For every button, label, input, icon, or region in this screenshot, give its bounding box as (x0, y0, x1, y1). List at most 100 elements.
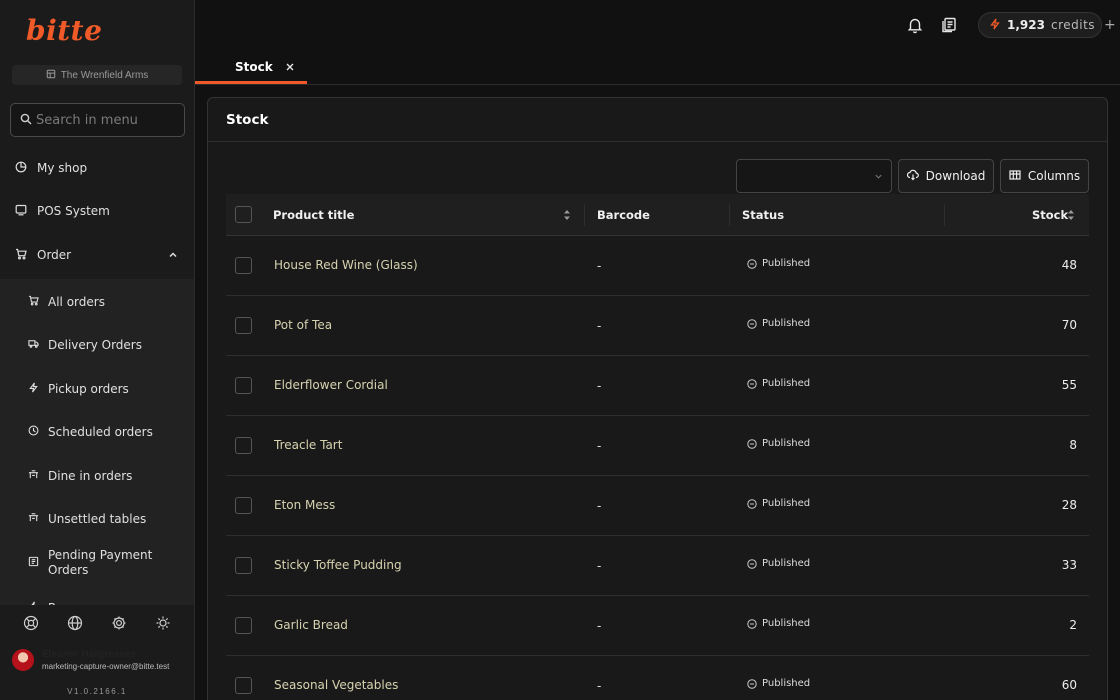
column-header-status[interactable]: Status (742, 194, 784, 236)
sidebar-item-delivery-orders[interactable]: Delivery Orders (0, 325, 194, 365)
add-credits-button[interactable]: + (1104, 17, 1116, 33)
status-label: Published (762, 498, 811, 509)
settings-icon[interactable] (111, 615, 127, 631)
table-row[interactable]: Elderflower Cordial - Published 55 (226, 356, 1089, 416)
row-checkbox[interactable] (235, 617, 252, 634)
row-checkbox[interactable] (235, 677, 252, 694)
sidebar-item-scheduled-orders[interactable]: Scheduled orders (0, 412, 194, 452)
truck-icon (28, 338, 39, 352)
product-title-link[interactable]: Seasonal Vegetables (274, 678, 398, 692)
sidebar: bitte The Wrenfield Arms My shop POS Sys… (0, 0, 195, 700)
table-row[interactable]: Garlic Bread - Published 2 (226, 596, 1089, 656)
nav-item-order[interactable]: Order (0, 235, 194, 275)
column-header-stock[interactable]: Stock (1032, 194, 1068, 236)
tab-stock[interactable]: Stock (195, 53, 307, 84)
table-row[interactable]: Pot of Tea - Published 70 (226, 296, 1089, 356)
table-row[interactable]: Seasonal Vegetables - Published 60 (226, 656, 1089, 700)
product-title-link[interactable]: Pot of Tea (274, 318, 332, 332)
stock-cell: 2 (1069, 618, 1077, 632)
columns-button[interactable]: Columns (1000, 159, 1089, 193)
documents-icon[interactable] (940, 16, 958, 34)
row-checkbox[interactable] (235, 497, 252, 514)
sidebar-item-label: Pending Payment Orders (48, 548, 153, 577)
row-checkbox[interactable] (235, 437, 252, 454)
sort-icon[interactable] (563, 209, 571, 221)
status-label: Published (762, 678, 811, 689)
user-profile[interactable]: Eleanor Hargreaves marketing-capture-own… (12, 649, 187, 675)
stock-cell: 48 (1061, 258, 1077, 272)
sidebar-item-label: Dine in orders (48, 469, 133, 483)
published-status-icon (747, 318, 757, 329)
sidebar-item-partial[interactable]: Re (0, 588, 194, 605)
credits-badge[interactable]: 1,923 credits + (978, 12, 1116, 38)
pie-chart-icon (15, 161, 27, 176)
product-title-link[interactable]: Treacle Tart (274, 438, 342, 452)
column-header-barcode[interactable]: Barcode (597, 194, 650, 236)
download-button[interactable]: Download (898, 159, 994, 193)
nav-item-label: Order (37, 248, 72, 262)
table-row[interactable]: Eton Mess - Published 28 (226, 476, 1089, 536)
row-checkbox[interactable] (235, 377, 252, 394)
table-row[interactable]: Sticky Toffee Pudding - Published 33 (226, 536, 1089, 596)
bell-icon[interactable] (906, 16, 924, 34)
nav-item-pos-system[interactable]: POS System (0, 191, 194, 231)
row-checkbox[interactable] (235, 257, 252, 274)
table-header: Product title Barcode Status Stock (226, 194, 1089, 236)
bolt-icon (28, 382, 39, 396)
row-checkbox[interactable] (235, 557, 252, 574)
help-icon[interactable] (23, 615, 39, 631)
product-title-link[interactable]: House Red Wine (Glass) (274, 258, 418, 272)
product-title-link[interactable]: Garlic Bread (274, 618, 348, 632)
barcode-cell: - (597, 438, 602, 453)
table-row[interactable]: House Red Wine (Glass) - Published 48 (226, 236, 1089, 296)
table-row[interactable]: Treacle Tart - Published 8 (226, 416, 1089, 476)
sidebar-footer: Eleanor Hargreaves marketing-capture-own… (0, 605, 194, 700)
published-status-icon (747, 258, 757, 269)
barcode-cell: - (597, 498, 602, 513)
chevron-up-icon[interactable] (168, 250, 178, 260)
sidebar-item-pending-payment-orders[interactable]: Pending Payment Orders (0, 543, 160, 583)
row-checkbox[interactable] (235, 317, 252, 334)
sidebar-item-all-orders[interactable]: All orders (0, 282, 194, 322)
stock-cell: 55 (1061, 378, 1077, 392)
globe-icon[interactable] (67, 615, 83, 631)
footer-toolbar (0, 613, 194, 635)
status-badge: Published (747, 558, 810, 569)
product-title-link[interactable]: Elderflower Cordial (274, 378, 388, 392)
product-title-link[interactable]: Eton Mess (274, 498, 335, 512)
avatar (12, 649, 34, 671)
receipt-icon (28, 556, 39, 571)
status-label: Published (762, 318, 811, 329)
menu-search[interactable] (10, 103, 185, 137)
sidebar-item-pickup-orders[interactable]: Pickup orders (0, 369, 194, 409)
sidebar-item-label: Delivery Orders (48, 338, 142, 352)
columns-icon (1009, 169, 1021, 184)
venue-name: The Wrenfield Arms (60, 69, 149, 81)
venue-selector[interactable]: The Wrenfield Arms (12, 65, 182, 85)
menu-search-input[interactable] (36, 112, 176, 128)
theme-icon[interactable] (155, 615, 171, 631)
stock-cell: 8 (1069, 438, 1077, 452)
close-icon[interactable] (285, 62, 295, 72)
status-badge: Published (747, 498, 810, 509)
cloud-download-icon (906, 169, 919, 184)
select-all-checkbox[interactable] (235, 206, 252, 223)
sidebar-item-dine-in-orders[interactable]: Dine in orders (0, 456, 194, 496)
dine-icon (28, 469, 39, 483)
monitor-icon (15, 204, 27, 219)
filter-select[interactable] (736, 159, 892, 193)
column-header-product-title[interactable]: Product title (273, 194, 354, 236)
store-icon (46, 69, 56, 82)
panel-divider (208, 141, 1107, 142)
sort-icon[interactable] (1067, 209, 1075, 221)
sidebar-item-unsettled-tables[interactable]: Unsettled tables (0, 499, 194, 539)
product-title-link[interactable]: Sticky Toffee Pudding (274, 558, 402, 572)
table-icon (28, 512, 39, 526)
user-email: marketing-capture-owner@bitte.test (42, 662, 170, 671)
stock-cell: 70 (1061, 318, 1077, 332)
sidebar-item-label: All orders (48, 295, 105, 309)
bitte-logo[interactable]: bitte (26, 14, 102, 47)
order-submenu: All orders Delivery Orders Pickup orders… (0, 279, 194, 605)
lightning-icon (989, 18, 1001, 33)
nav-item-my-shop[interactable]: My shop (0, 148, 194, 188)
